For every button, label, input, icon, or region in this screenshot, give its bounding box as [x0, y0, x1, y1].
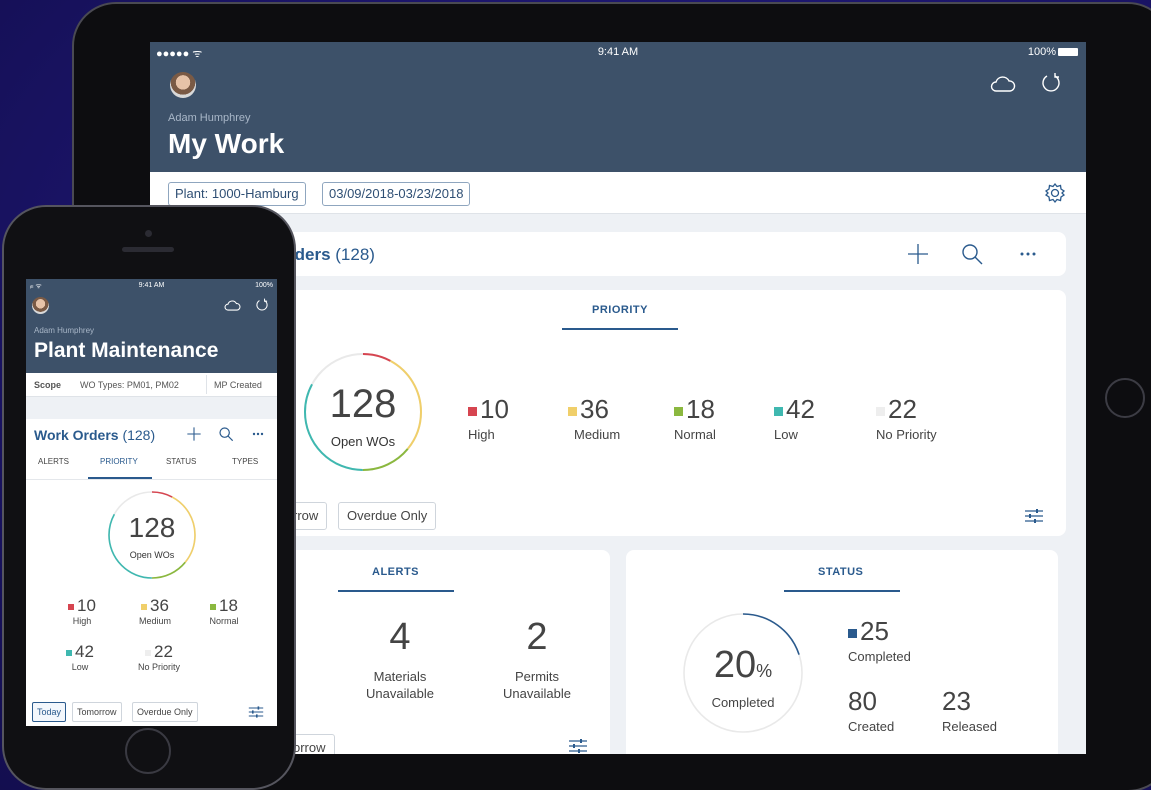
legend-medium[interactable]: 36 Medium: [130, 596, 180, 626]
gear-icon[interactable]: [1044, 182, 1066, 204]
status-time: 9:41 AM: [597, 46, 639, 58]
more-icon[interactable]: [1016, 242, 1040, 266]
battery-icon: [1058, 48, 1078, 57]
user-name: Adam Humphrey: [168, 112, 251, 124]
status-completed[interactable]: 25 Completed: [848, 616, 911, 664]
tab-status-underline: [784, 590, 900, 592]
refresh-icon[interactable]: [1040, 72, 1062, 94]
legend-swatch: [774, 406, 783, 416]
scope-mp-created[interactable]: MP Created: [214, 380, 262, 390]
completion-percent: 20%: [713, 644, 773, 686]
avatar[interactable]: [32, 297, 49, 314]
legend-swatch: [876, 406, 885, 416]
legend-normal[interactable]: 18 Normal: [674, 394, 716, 442]
user-name: Adam Humphrey: [34, 326, 95, 335]
work-orders-title: rders (128): [288, 245, 375, 264]
priority-panel: 128 Open WOs 10 High 36 Medium 18 Normal…: [26, 479, 277, 726]
open-wos-label: Open WOs: [330, 434, 396, 449]
date-filter-chip[interactable]: 03/09/2018-03/23/2018: [322, 182, 471, 206]
more-icon[interactable]: [250, 426, 266, 442]
legend-no-priority[interactable]: 22 No Priority: [876, 394, 937, 442]
tab-alerts[interactable]: ALERTS: [38, 457, 69, 466]
search-icon[interactable]: [960, 242, 984, 266]
tablet-home-button[interactable]: [1105, 378, 1145, 418]
scope-wo-types[interactable]: WO Types: PM01, PM02: [80, 380, 179, 390]
materials-unavailable-label: Materials Unavailable: [366, 669, 434, 701]
open-wos-count: 128: [329, 382, 397, 426]
tab-priority-underline: [562, 328, 678, 330]
open-wos-count: 128: [128, 512, 176, 543]
legend-low[interactable]: 42 Low: [774, 394, 815, 442]
search-icon[interactable]: [218, 426, 234, 442]
legend-no-priority[interactable]: 22 No Priority: [124, 642, 194, 672]
status-card: STATUS 20% Completed 25 Completed 80 Cre…: [626, 550, 1058, 754]
phone-speaker: [122, 247, 174, 252]
cloud-icon[interactable]: [990, 74, 1016, 94]
overdue-only-button[interactable]: Overdue Only: [132, 702, 198, 722]
tab-alerts-underline: [338, 590, 454, 592]
add-icon[interactable]: [186, 426, 202, 442]
legend-swatch: [568, 406, 577, 416]
permits-unavailable-label: Permits Unavailable: [503, 669, 571, 701]
phone-camera: [145, 230, 152, 237]
overdue-only-button[interactable]: Overdue Only: [338, 502, 437, 530]
permits-unavailable-count: 2: [526, 616, 548, 658]
avatar[interactable]: [170, 72, 196, 98]
tab-priority[interactable]: PRIORITY: [592, 304, 648, 316]
open-wos-label: Open WOs: [129, 550, 175, 560]
scope-divider: [206, 375, 207, 394]
tab-status[interactable]: STATUS: [166, 457, 196, 466]
phone-home-button[interactable]: [125, 728, 171, 774]
page-title: Plant Maintenance: [34, 339, 219, 362]
filter-settings-icon[interactable]: [248, 704, 264, 720]
tab-priority[interactable]: PRIORITY: [100, 457, 138, 466]
work-orders-header: Work Orders (128) ALERTS PRIORITY STATUS…: [26, 419, 277, 479]
phone-battery: 100%: [255, 282, 273, 289]
legend-swatch: [674, 406, 683, 416]
tab-status[interactable]: STATUS: [818, 566, 863, 578]
legend-swatch: [468, 406, 477, 416]
add-icon[interactable]: [906, 242, 930, 266]
legend-normal[interactable]: 18 Normal: [202, 596, 246, 626]
filter-bar: Plant: 1000-Hamburg 03/09/2018-03/23/201…: [150, 172, 1086, 214]
battery-indicator: 100%: [1028, 46, 1078, 58]
tomorrow-button[interactable]: Tomorrow: [72, 702, 122, 722]
refresh-icon[interactable]: [255, 298, 269, 312]
legend-swatch: [848, 628, 857, 638]
phone-header: ᵢₗₗ ᯤ 9:41 AM 100% Adam Humphrey Plant M…: [26, 279, 277, 373]
tablet-status-bar: ●●●●● ᯤ 9:41 AM 100%: [150, 46, 1086, 60]
phone-time: 9:41 AM: [138, 282, 165, 289]
work-orders-title: Work Orders (128): [34, 427, 156, 443]
cloud-icon[interactable]: [224, 299, 241, 312]
legend-medium[interactable]: 36 Medium: [568, 394, 620, 442]
phone-screen: ᵢₗₗ ᯤ 9:41 AM 100% Adam Humphrey Plant M…: [26, 279, 277, 726]
scope-label: Scope: [34, 380, 62, 390]
filter-settings-icon[interactable]: [568, 736, 588, 754]
legend-high[interactable]: 10 High: [62, 596, 102, 626]
tablet-header: ●●●●● ᯤ 9:41 AM 100% Adam Humphrey My Wo…: [150, 42, 1086, 172]
page-title: My Work: [168, 128, 285, 159]
filter-settings-icon[interactable]: [1024, 506, 1044, 526]
tab-types[interactable]: TYPES: [232, 457, 258, 466]
plant-filter-chip[interactable]: Plant: 1000-Hamburg: [168, 182, 306, 206]
completion-label: Completed: [711, 695, 775, 710]
legend-high[interactable]: 10 High: [468, 394, 509, 442]
legend-low[interactable]: 42 Low: [60, 642, 100, 672]
tab-alerts[interactable]: ALERTS: [372, 566, 419, 578]
scope-bar: Scope WO Types: PM01, PM02 MP Created: [26, 373, 277, 397]
materials-unavailable-count: 4: [389, 616, 411, 658]
today-button[interactable]: Today: [32, 702, 67, 722]
status-released[interactable]: 23 Released: [942, 686, 997, 734]
status-created[interactable]: 80 Created: [848, 686, 894, 734]
